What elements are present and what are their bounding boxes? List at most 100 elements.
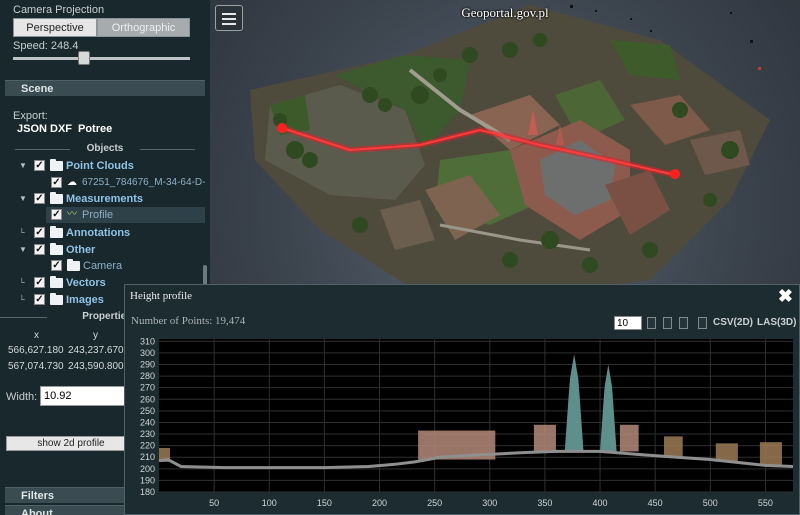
y-tick-label: 300	[140, 348, 155, 358]
toggle-box[interactable]	[679, 317, 688, 329]
y-tick-label: 190	[140, 475, 155, 485]
width-input[interactable]	[40, 386, 128, 406]
checkbox-checked-icon[interactable]: ✓	[34, 294, 45, 305]
tree-item-point-clouds[interactable]: ▼ ✓ Point Clouds	[0, 158, 205, 174]
tree-item-measurements[interactable]: ▼ ✓ Measurements	[0, 191, 205, 207]
tree-item-camera[interactable]: ✓ Camera	[0, 258, 205, 274]
y-tick-label: 180	[140, 487, 155, 497]
x-tick-label: 100	[262, 498, 277, 508]
profile-start-handle	[277, 123, 287, 133]
collapse-arrow-icon[interactable]: ▼	[19, 242, 27, 258]
y-tick-label: 250	[140, 406, 155, 416]
tree-branch-icon: └	[19, 228, 25, 237]
checkbox-checked-icon[interactable]: ✓	[34, 244, 45, 255]
number-of-points-label: Number of Points: 19,474	[131, 315, 246, 327]
collapse-arrow-icon[interactable]: ▼	[19, 158, 27, 174]
point-size-input[interactable]	[614, 316, 642, 330]
viewport-title: Geoportal.gov.pl	[461, 5, 549, 20]
toggle-box[interactable]	[698, 317, 707, 329]
export-csv-link[interactable]: CSV(2D)	[713, 317, 753, 328]
tree-branch-icon: └	[19, 278, 25, 287]
height-profile-title: Height profile	[130, 290, 193, 302]
coord-cell: 567,074.730	[8, 361, 64, 372]
y-tick-label: 220	[140, 441, 155, 451]
y-tick-label: 240	[140, 417, 155, 427]
coord-header-x: x	[34, 330, 39, 341]
tree-label: Vectors	[66, 277, 106, 289]
x-tick-label: 550	[758, 498, 773, 508]
tree-label: 67251_784676_M-34-64-D-	[82, 177, 206, 188]
show-2d-profile-button[interactable]: show 2d profile	[6, 436, 136, 451]
height-profile-window[interactable]: Height profile ✖ Number of Points: 19,47…	[124, 284, 800, 515]
folder-icon	[50, 192, 63, 204]
tree-label: Point Clouds	[66, 160, 134, 172]
cloud-icon: ☁	[67, 177, 77, 188]
x-tick-label: 50	[209, 498, 219, 508]
x-tick-label: 150	[317, 498, 332, 508]
export-potree-link[interactable]: Potree	[78, 123, 112, 135]
collapse-arrow-icon[interactable]: ▼	[19, 191, 27, 207]
y-tick-label: 260	[140, 394, 155, 404]
tree-label: Camera	[83, 260, 123, 272]
x-tick-label: 350	[537, 498, 552, 508]
perspective-button[interactable]: Perspective	[13, 18, 97, 37]
folder-icon	[67, 259, 80, 271]
width-label: Width:	[6, 391, 38, 403]
tree-item-annotations[interactable]: └ ✓ Annotations	[0, 225, 205, 241]
checkbox-checked-icon[interactable]: ✓	[51, 177, 62, 188]
checkbox-checked-icon[interactable]: ✓	[34, 160, 45, 171]
tree-branch-icon: └	[19, 295, 25, 304]
checkbox-checked-icon[interactable]: ✓	[34, 193, 45, 204]
tree-label: Profile	[82, 209, 114, 221]
y-tick-label: 210	[140, 452, 155, 462]
checkbox-checked-icon[interactable]: ✓	[51, 260, 62, 271]
profile-icon: 〰	[67, 209, 77, 220]
tree-item-profile[interactable]: ✓ 〰 Profile	[46, 207, 205, 223]
y-tick-label: 310	[140, 336, 155, 346]
x-tick-label: 400	[593, 498, 608, 508]
coord-cell: 566,627.180	[8, 345, 64, 356]
toggle-box[interactable]	[663, 317, 672, 329]
scene-section-header[interactable]: Scene	[5, 80, 205, 96]
tree-label: Images	[66, 294, 104, 306]
orthographic-button[interactable]: Orthographic	[97, 18, 190, 37]
coord-cell: 243,590.800	[68, 361, 124, 372]
folder-icon	[50, 293, 63, 305]
profile-end-handle	[670, 169, 680, 179]
coord-cell: 243,237.670	[68, 345, 124, 356]
speed-slider-handle[interactable]	[78, 51, 90, 65]
x-tick-label: 200	[372, 498, 387, 508]
folder-icon	[50, 226, 63, 238]
speed-slider[interactable]	[13, 57, 190, 60]
objects-title: Objects	[5, 143, 205, 154]
folder-icon	[50, 243, 63, 255]
export-json-link[interactable]: JSON	[17, 123, 47, 135]
camera-projection-label: Camera Projection	[13, 4, 105, 16]
x-tick-label: 500	[703, 498, 718, 508]
x-tick-label: 450	[648, 498, 663, 508]
tree-label: Measurements	[66, 193, 144, 205]
trees-mark	[663, 436, 683, 457]
close-x-icon[interactable]: ✖	[778, 286, 793, 306]
tree-label: Other	[66, 244, 96, 256]
trees-mark	[759, 442, 782, 466]
y-tick-label: 270	[140, 383, 155, 393]
toggle-box[interactable]	[647, 317, 656, 329]
y-tick-label: 290	[140, 360, 155, 370]
y-tick-label: 280	[140, 371, 155, 381]
y-tick-label: 200	[140, 464, 155, 474]
checkbox-checked-icon[interactable]: ✓	[34, 277, 45, 288]
building-mark	[533, 424, 556, 453]
x-tick-label: 250	[427, 498, 442, 508]
export-dxf-link[interactable]: DXF	[50, 123, 72, 135]
y-tick-label: 230	[140, 429, 155, 439]
tree-label: Annotations	[66, 227, 131, 239]
checkbox-checked-icon[interactable]: ✓	[51, 209, 62, 220]
building-mark	[619, 424, 639, 452]
export-label: Export:	[13, 110, 48, 122]
checkbox-checked-icon[interactable]: ✓	[34, 227, 45, 238]
tree-item-pointcloud-file[interactable]: ✓ ☁ 67251_784676_M-34-64-D-	[0, 175, 205, 191]
tree-item-other[interactable]: ▼ ✓ Other	[0, 242, 205, 258]
export-las-link[interactable]: LAS(3D)	[757, 317, 796, 328]
height-profile-chart[interactable]: 1801902002102202302402502602702802903003…	[125, 335, 799, 515]
